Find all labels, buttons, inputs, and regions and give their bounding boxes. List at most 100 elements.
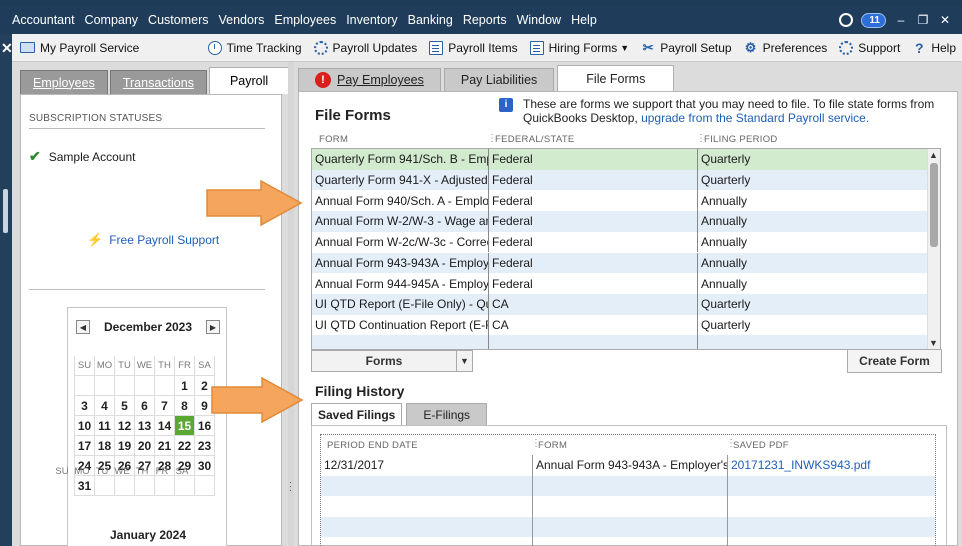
period-end-date-cell bbox=[321, 475, 533, 496]
table-row[interactable]: Annual Form 940/Sch. A - Employ... Federa… bbox=[312, 190, 929, 212]
help-button[interactable]: ? Help bbox=[906, 41, 962, 55]
table-row[interactable]: UI QTD Continuation Report (E-Fi... CA Qua… bbox=[312, 314, 929, 336]
checkmark-icon: ✔ bbox=[29, 148, 41, 164]
next-month-button[interactable]: ▶ bbox=[206, 320, 220, 334]
period-end-date-cell bbox=[321, 516, 533, 537]
saved-pdf-link bbox=[728, 537, 935, 546]
menu-accountant[interactable]: Accountant bbox=[0, 13, 80, 27]
calendar-day bbox=[95, 376, 115, 396]
tab-transactions[interactable]: Transactions bbox=[109, 70, 207, 94]
help-label: Help bbox=[931, 40, 956, 55]
form-name-cell: Quarterly Form 941-X - Adjusted E... bbox=[312, 169, 489, 191]
table-row[interactable]: Quarterly Form 941/Sch. B - Empl... Feder… bbox=[312, 149, 929, 170]
form-cell bbox=[533, 475, 728, 496]
tab-payroll[interactable]: Payroll bbox=[208, 67, 290, 94]
restore-icon[interactable]: ❐ bbox=[916, 13, 930, 27]
menu-vendors[interactable]: Vendors bbox=[213, 13, 269, 27]
col-header-form[interactable]: FORM bbox=[319, 134, 348, 145]
tab-saved-filings[interactable]: Saved Filings bbox=[311, 403, 403, 425]
forms-table: UI QTD Continuation Report (E-Fi... CA Qua… bbox=[311, 148, 941, 350]
calendar-day[interactable]: 3 bbox=[75, 396, 95, 416]
scroll-thumb[interactable] bbox=[930, 163, 938, 247]
scroll-down-icon[interactable]: ▼ bbox=[929, 338, 938, 348]
calendar-today[interactable]: 15 bbox=[175, 416, 195, 436]
calendar-day-header: FR bbox=[175, 356, 195, 376]
upgrade-link[interactable]: upgrade from the Standard Payroll servic… bbox=[641, 111, 869, 125]
col-header-federal-state[interactable]: FEDERAL/STATE bbox=[495, 134, 575, 145]
menu-window[interactable]: Window bbox=[512, 13, 566, 27]
preferences-button[interactable]: ⚙ Preferences bbox=[738, 40, 834, 55]
calendar-next-month-title: January 2024 bbox=[109, 528, 187, 542]
table-row[interactable]: Annual Form 943-943A - Employe... Federal… bbox=[312, 252, 929, 274]
calendar-day[interactable]: 31 bbox=[75, 476, 95, 496]
table-row[interactable]: Quarterly Form 941-X - Adjusted E...Fede… bbox=[312, 169, 929, 191]
prev-month-button[interactable]: ◀ bbox=[76, 320, 90, 334]
menu-inventory[interactable]: Inventory bbox=[341, 13, 402, 27]
table-row bbox=[321, 496, 935, 517]
calendar-day[interactable]: 1 bbox=[175, 376, 195, 396]
forms-dropdown-button[interactable]: Forms ▼ bbox=[311, 350, 473, 372]
scroll-up-icon[interactable]: ▲ bbox=[929, 150, 938, 160]
tab-employees[interactable]: Employees bbox=[20, 70, 108, 94]
alarm-clock-icon[interactable] bbox=[839, 13, 854, 27]
chevron-down-icon[interactable]: ▼ bbox=[456, 351, 472, 371]
calendar-day[interactable]: 19 bbox=[115, 436, 135, 456]
hiring-forms-button[interactable]: Hiring Forms ▼ bbox=[524, 40, 636, 55]
calendar-day[interactable]: 7 bbox=[155, 396, 175, 416]
col-header-saved-pdf[interactable]: SAVED PDF bbox=[733, 440, 789, 451]
create-form-button[interactable]: Create Form bbox=[847, 349, 942, 373]
calendar-day[interactable]: 30 bbox=[195, 456, 215, 476]
table-row[interactable]: 12/31/2017 Annual Form 943-943A - Employe… bbox=[321, 455, 935, 476]
table-row[interactable]: UI QTD Report (E-File Only) - Qua...CAQu… bbox=[312, 293, 929, 315]
menu-help[interactable]: Help bbox=[566, 13, 602, 27]
calendar-day[interactable]: 11 bbox=[95, 416, 115, 436]
calendar-day[interactable]: 18 bbox=[95, 436, 115, 456]
forms-table-scrollbar[interactable]: ▲ ▼ bbox=[927, 149, 940, 349]
calendar-day[interactable]: 23 bbox=[195, 436, 215, 456]
col-header-form[interactable]: FORM bbox=[538, 440, 567, 451]
calendar-day[interactable]: 4 bbox=[95, 396, 115, 416]
tab-pay-employees[interactable]: ! Pay Employees bbox=[298, 68, 441, 91]
col-header-period-end-date[interactable]: PERIOD END DATE bbox=[327, 440, 418, 451]
calendar-day bbox=[75, 376, 95, 396]
menu-company[interactable]: Company bbox=[80, 13, 144, 27]
calendar-day[interactable]: 14 bbox=[155, 416, 175, 436]
minimize-icon[interactable]: – bbox=[894, 13, 908, 27]
tab-pay-liabilities[interactable]: Pay Liabilities bbox=[443, 68, 555, 91]
free-payroll-support-link[interactable]: ⚡ Free Payroll Support bbox=[87, 232, 219, 248]
menu-customers[interactable]: Customers bbox=[143, 13, 213, 27]
payroll-updates-button[interactable]: Payroll Updates bbox=[308, 40, 424, 55]
close-icon[interactable]: ✕ bbox=[938, 13, 952, 27]
calendar-day[interactable]: 22 bbox=[175, 436, 195, 456]
calendar-day[interactable]: 21 bbox=[155, 436, 175, 456]
info-icon: i bbox=[499, 98, 513, 112]
icon-bar-scroll-handle[interactable] bbox=[3, 189, 8, 233]
table-row[interactable]: Annual Form 944-945A - Employe... Federal… bbox=[312, 273, 929, 294]
calendar-day[interactable]: 20 bbox=[135, 436, 155, 456]
saved-pdf-link[interactable]: 20171231_INWKS943.pdf bbox=[728, 455, 935, 476]
payroll-items-button[interactable]: Payroll Items bbox=[423, 40, 523, 55]
calendar-day[interactable]: 5 bbox=[115, 396, 135, 416]
calendar-day[interactable]: 13 bbox=[135, 416, 155, 436]
tab-file-forms[interactable]: File Forms bbox=[557, 65, 675, 91]
collapse-icon[interactable]: ✕ bbox=[1, 40, 13, 57]
col-header-filing-period[interactable]: FILING PERIOD bbox=[704, 134, 778, 145]
calendar-day[interactable]: 6 bbox=[135, 396, 155, 416]
calendar-day[interactable]: 10 bbox=[75, 416, 95, 436]
table-row[interactable]: Annual Form W-2c/W-3c - Correct... Federa… bbox=[312, 231, 929, 253]
table-row[interactable]: Annual Form W-2/W-3 - Wage an... Federal A… bbox=[312, 211, 929, 232]
calendar-day[interactable]: 8 bbox=[175, 396, 195, 416]
support-button[interactable]: Support bbox=[833, 40, 906, 55]
menu-bar: Accountant Company Customers Vendors Emp… bbox=[0, 6, 962, 34]
menu-employees[interactable]: Employees bbox=[269, 13, 341, 27]
menu-banking[interactable]: Banking bbox=[403, 13, 458, 27]
tab-e-filings[interactable]: E-Filings bbox=[406, 403, 488, 425]
time-tracking-button[interactable]: Time Tracking bbox=[202, 40, 308, 55]
chevron-down-icon: ▼ bbox=[620, 42, 630, 53]
menu-reports[interactable]: Reports bbox=[458, 13, 512, 27]
my-payroll-service-button[interactable]: My Payroll Service bbox=[12, 41, 145, 55]
payroll-setup-button[interactable]: ✂ Payroll Setup bbox=[635, 40, 737, 55]
calendar-day[interactable]: 17 bbox=[75, 436, 95, 456]
notification-badge[interactable]: 11 bbox=[861, 12, 886, 28]
calendar-day[interactable]: 12 bbox=[115, 416, 135, 436]
